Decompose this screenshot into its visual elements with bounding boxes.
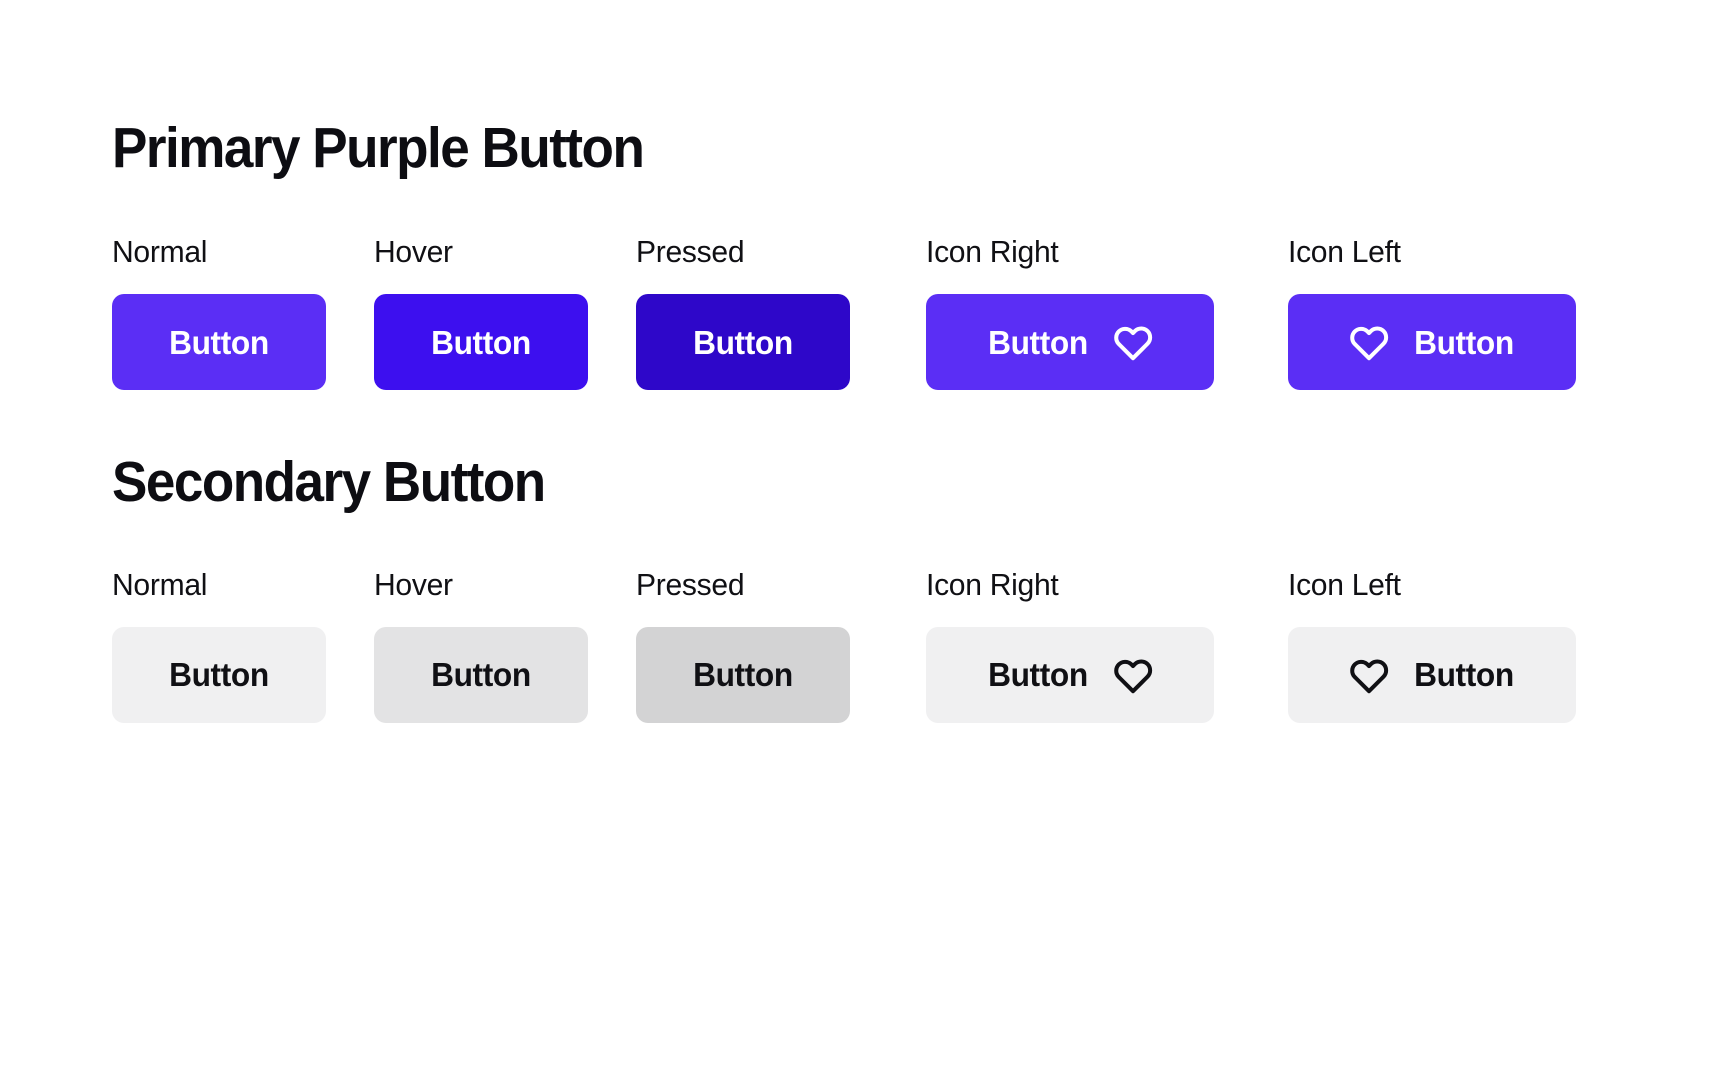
primary-button-hover[interactable]: Button: [374, 294, 588, 391]
state-label-normal: Normal: [112, 234, 208, 270]
primary-button-icon-right[interactable]: Button: [926, 294, 1214, 391]
button-label: Button: [169, 656, 269, 694]
state-label-icon-right: Icon Right: [926, 566, 1059, 602]
primary-button-pressed[interactable]: Button: [636, 294, 850, 391]
button-label: Button: [431, 323, 531, 361]
heart-icon: [1112, 322, 1154, 364]
primary-button-icon-left[interactable]: Button: [1288, 294, 1576, 391]
button-label: Button: [988, 656, 1088, 694]
section-primary-purple-button: Primary Purple Button Normal Button Hove…: [112, 116, 1728, 391]
button-label: Button: [693, 323, 793, 361]
state-column-pressed: Pressed Button: [636, 234, 926, 391]
primary-button-normal[interactable]: Button: [112, 294, 326, 391]
state-column-hover-secondary: Hover Button: [374, 569, 636, 723]
heart-icon: [1348, 322, 1390, 364]
state-label-normal: Normal: [112, 566, 208, 602]
page-title: Primary Purple Button: [112, 116, 645, 180]
button-label: Button: [988, 323, 1088, 361]
secondary-button-hover[interactable]: Button: [374, 626, 588, 723]
heart-icon: [1112, 655, 1154, 697]
button-label: Button: [693, 656, 793, 694]
primary-state-row: Normal Button Hover Button Pressed Butto…: [112, 234, 1728, 391]
state-label-hover: Hover: [374, 566, 453, 602]
state-label-icon-right: Icon Right: [926, 234, 1059, 270]
state-label-pressed: Pressed: [636, 234, 745, 270]
button-label: Button: [431, 656, 531, 694]
button-label: Button: [169, 323, 269, 361]
secondary-button-icon-left[interactable]: Button: [1288, 626, 1576, 723]
section-title-secondary: Secondary Button: [112, 450, 546, 515]
secondary-button-pressed[interactable]: Button: [636, 626, 850, 723]
secondary-button-normal[interactable]: Button: [112, 626, 326, 723]
button-style-guide: Primary Purple Button Normal Button Hove…: [0, 0, 1728, 1080]
state-column-normal: Normal Button: [112, 234, 374, 391]
heart-icon: [1348, 655, 1390, 697]
state-column-hover: Hover Button: [374, 234, 636, 391]
button-label: Button: [1414, 323, 1514, 361]
state-column-icon-left: Icon Left Button: [1288, 234, 1588, 391]
section-secondary-button: Secondary Button Normal Button Hover But…: [112, 450, 1728, 723]
secondary-state-row: Normal Button Hover Button Pressed Butto…: [112, 569, 1728, 723]
state-column-icon-left-secondary: Icon Left Button: [1288, 569, 1588, 723]
state-label-icon-left: Icon Left: [1288, 234, 1401, 270]
state-label-icon-left: Icon Left: [1288, 566, 1401, 602]
state-column-icon-right: Icon Right Button: [926, 234, 1288, 391]
state-label-hover: Hover: [374, 234, 453, 270]
button-label: Button: [1414, 656, 1514, 694]
state-column-normal-secondary: Normal Button: [112, 569, 374, 723]
state-column-pressed-secondary: Pressed Button: [636, 569, 926, 723]
state-column-icon-right-secondary: Icon Right Button: [926, 569, 1288, 723]
secondary-button-icon-right[interactable]: Button: [926, 626, 1214, 723]
state-label-pressed: Pressed: [636, 566, 745, 602]
